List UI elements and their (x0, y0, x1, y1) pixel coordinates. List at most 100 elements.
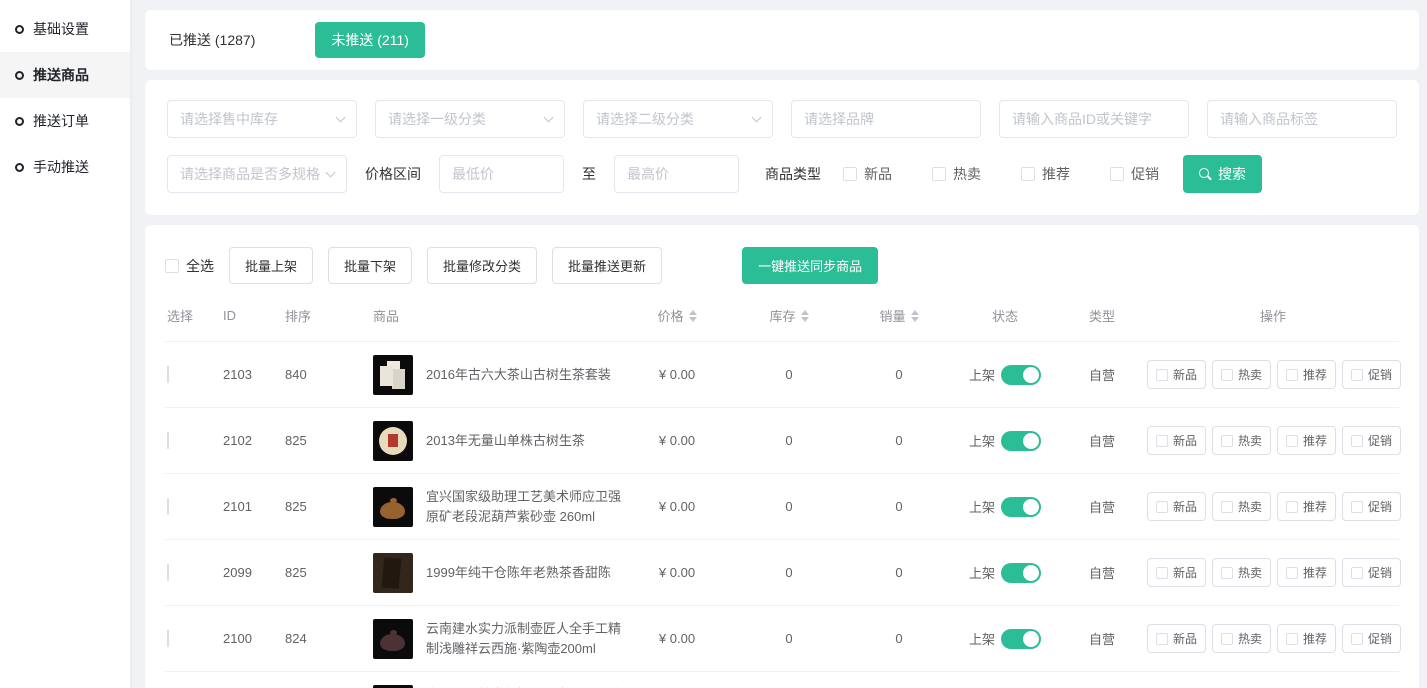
status-toggle[interactable] (1001, 497, 1041, 517)
product-name[interactable]: 2013年无量山单株古树生茶 (426, 431, 585, 451)
tag-promo-checkbox[interactable] (1351, 369, 1363, 381)
tag-hot-checkbox[interactable] (1221, 567, 1233, 579)
filter-field-input[interactable] (167, 100, 357, 138)
select-all[interactable]: 全选 (165, 256, 214, 276)
tag-new-checkbox[interactable] (1156, 369, 1168, 381)
min-price-input[interactable] (439, 155, 564, 193)
checkbox[interactable] (1110, 167, 1124, 181)
type-checkbox-item[interactable]: 推荐 (1021, 164, 1070, 184)
row-checkbox[interactable] (167, 366, 169, 383)
checkbox[interactable] (843, 167, 857, 181)
tag-promo-checkbox[interactable] (1351, 435, 1363, 447)
batch-button[interactable]: 批量上架 (229, 247, 313, 284)
sort-sales[interactable]: 销量 (845, 306, 953, 325)
tag-new-button[interactable]: 新品 (1147, 426, 1206, 455)
type-checkbox-item[interactable]: 新品 (843, 164, 892, 184)
tab-pushed[interactable]: 已推送 (1287) (169, 30, 255, 50)
row-checkbox[interactable] (167, 564, 169, 581)
tag-recommend-button[interactable]: 推荐 (1277, 360, 1336, 389)
select-all-checkbox[interactable] (165, 259, 179, 273)
tag-hot-button[interactable]: 热卖 (1212, 558, 1271, 587)
tag-hot-button[interactable]: 热卖 (1212, 360, 1271, 389)
tag-hot-checkbox[interactable] (1221, 633, 1233, 645)
multi-spec-input[interactable] (167, 155, 347, 193)
product-name[interactable]: 云南建水实力派制壶匠人全手工精制浅雕祥云西施·紫陶壶200ml (426, 619, 621, 659)
filter-field-input[interactable] (1207, 100, 1397, 138)
product-thumbnail[interactable] (373, 487, 413, 527)
tag-promo-button[interactable]: 促销 (1342, 624, 1401, 653)
tag-recommend-checkbox[interactable] (1286, 501, 1298, 513)
product-name[interactable]: 宜兴工艺美术师恽建军全手工原矿底 (426, 685, 621, 688)
tag-new-checkbox[interactable] (1156, 633, 1168, 645)
product-thumbnail[interactable] (373, 553, 413, 593)
tag-promo-button[interactable]: 促销 (1342, 426, 1401, 455)
filter-field-input[interactable] (583, 100, 773, 138)
push-sync-all-button[interactable]: 一键推送同步商品 (742, 247, 878, 284)
product-thumbnail[interactable] (373, 421, 413, 461)
tag-new-button[interactable]: 新品 (1147, 624, 1206, 653)
row-checkbox[interactable] (167, 498, 169, 515)
tag-recommend-checkbox[interactable] (1286, 435, 1298, 447)
tag-promo-checkbox[interactable] (1351, 567, 1363, 579)
search-button[interactable]: 搜索 (1183, 155, 1262, 193)
sort-price[interactable]: 价格 (621, 306, 733, 325)
checkbox[interactable] (932, 167, 946, 181)
tag-hot-checkbox[interactable] (1221, 501, 1233, 513)
batch-button[interactable]: 批量下架 (328, 247, 412, 284)
max-price-input[interactable] (614, 155, 739, 193)
tag-new-checkbox[interactable] (1156, 567, 1168, 579)
status-toggle[interactable] (1001, 365, 1041, 385)
status-toggle[interactable] (1001, 629, 1041, 649)
tag-new-button[interactable]: 新品 (1147, 558, 1206, 587)
row-checkbox[interactable] (167, 630, 169, 647)
checkbox[interactable] (1021, 167, 1035, 181)
tag-promo-checkbox[interactable] (1351, 633, 1363, 645)
tag-recommend-checkbox[interactable] (1286, 633, 1298, 645)
type-checkbox-item[interactable]: 促销 (1110, 164, 1159, 184)
tab-unpushed[interactable]: 未推送 (211) (315, 22, 425, 58)
tag-recommend-button[interactable]: 推荐 (1277, 558, 1336, 587)
filter-field-input[interactable] (791, 100, 981, 138)
tag-new-button[interactable]: 新品 (1147, 492, 1206, 521)
tag-hot-button[interactable]: 热卖 (1212, 426, 1271, 455)
product-name[interactable]: 1999年纯干仓陈年老熟茶香甜陈 (426, 563, 611, 583)
tag-recommend-button[interactable]: 推荐 (1277, 426, 1336, 455)
batch-button[interactable]: 批量修改分类 (427, 247, 537, 284)
sort-arrows-icon[interactable] (911, 310, 919, 322)
tag-promo-button[interactable]: 促销 (1342, 360, 1401, 389)
sidebar-item[interactable]: 推送商品 (0, 52, 130, 98)
product-name[interactable]: 2016年古六大茶山古树生茶套装 (426, 365, 611, 385)
tag-promo-button[interactable]: 促销 (1342, 492, 1401, 521)
tag-promo-checkbox[interactable] (1351, 501, 1363, 513)
header-product: 商品 (373, 306, 621, 325)
product-thumbnail[interactable] (373, 685, 413, 688)
tag-hot-button[interactable]: 热卖 (1212, 492, 1271, 521)
sidebar-item[interactable]: 推送订单 (0, 98, 130, 144)
product-thumbnail[interactable] (373, 619, 413, 659)
status-toggle[interactable] (1001, 563, 1041, 583)
tag-hot-checkbox[interactable] (1221, 369, 1233, 381)
type-checkbox-item[interactable]: 热卖 (932, 164, 981, 184)
tag-new-button[interactable]: 新品 (1147, 360, 1206, 389)
filter-field-input[interactable] (999, 100, 1189, 138)
tag-new-checkbox[interactable] (1156, 435, 1168, 447)
status-toggle[interactable] (1001, 431, 1041, 451)
filter-field-input[interactable] (375, 100, 565, 138)
tag-promo-button[interactable]: 促销 (1342, 558, 1401, 587)
batch-button[interactable]: 批量推送更新 (552, 247, 662, 284)
tag-recommend-button[interactable]: 推荐 (1277, 492, 1336, 521)
product-name[interactable]: 宜兴国家级助理工艺美术师应卫强原矿老段泥葫芦紫砂壶 260ml (426, 487, 621, 527)
tag-new-checkbox[interactable] (1156, 501, 1168, 513)
sidebar-item[interactable]: 基础设置 (0, 6, 130, 52)
tag-recommend-checkbox[interactable] (1286, 369, 1298, 381)
sort-arrows-icon[interactable] (689, 310, 697, 322)
product-thumbnail[interactable] (373, 355, 413, 395)
tag-recommend-checkbox[interactable] (1286, 567, 1298, 579)
sort-arrows-icon[interactable] (801, 310, 809, 322)
tag-hot-button[interactable]: 热卖 (1212, 624, 1271, 653)
tag-recommend-button[interactable]: 推荐 (1277, 624, 1336, 653)
tag-hot-checkbox[interactable] (1221, 435, 1233, 447)
sidebar-item[interactable]: 手动推送 (0, 144, 130, 190)
row-checkbox[interactable] (167, 432, 169, 449)
sort-stock[interactable]: 库存 (733, 306, 845, 325)
